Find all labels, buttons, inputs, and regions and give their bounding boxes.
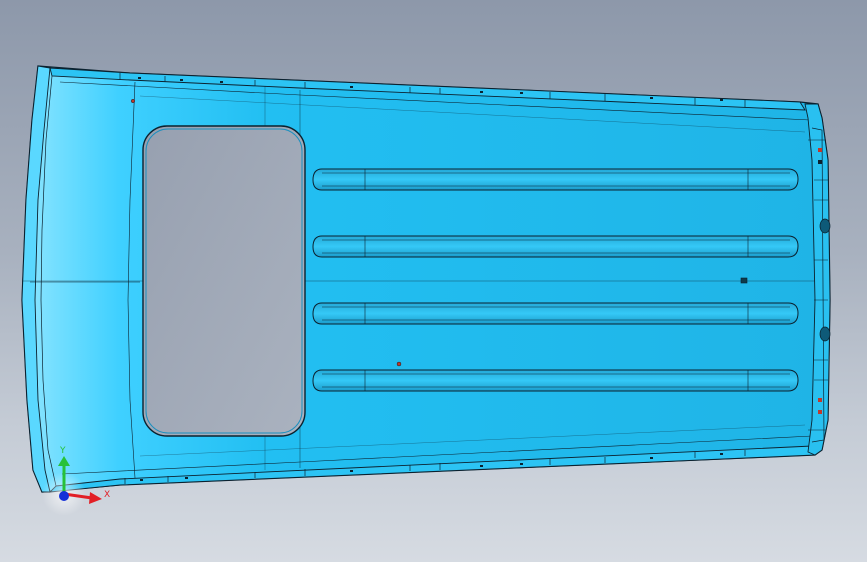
x-axis-label: X bbox=[104, 490, 110, 500]
rib[interactable] bbox=[312, 369, 799, 392]
graphics-viewport[interactable]: Y X bbox=[0, 0, 867, 562]
y-axis-label: Y bbox=[59, 446, 66, 456]
roof-panel[interactable] bbox=[21, 65, 831, 493]
rib[interactable] bbox=[312, 235, 799, 258]
model-scene[interactable]: Y X bbox=[0, 0, 867, 562]
sunroof-opening bbox=[142, 125, 306, 437]
rib[interactable] bbox=[312, 168, 799, 191]
z-axis-dot bbox=[59, 491, 69, 501]
rib[interactable] bbox=[312, 302, 799, 325]
